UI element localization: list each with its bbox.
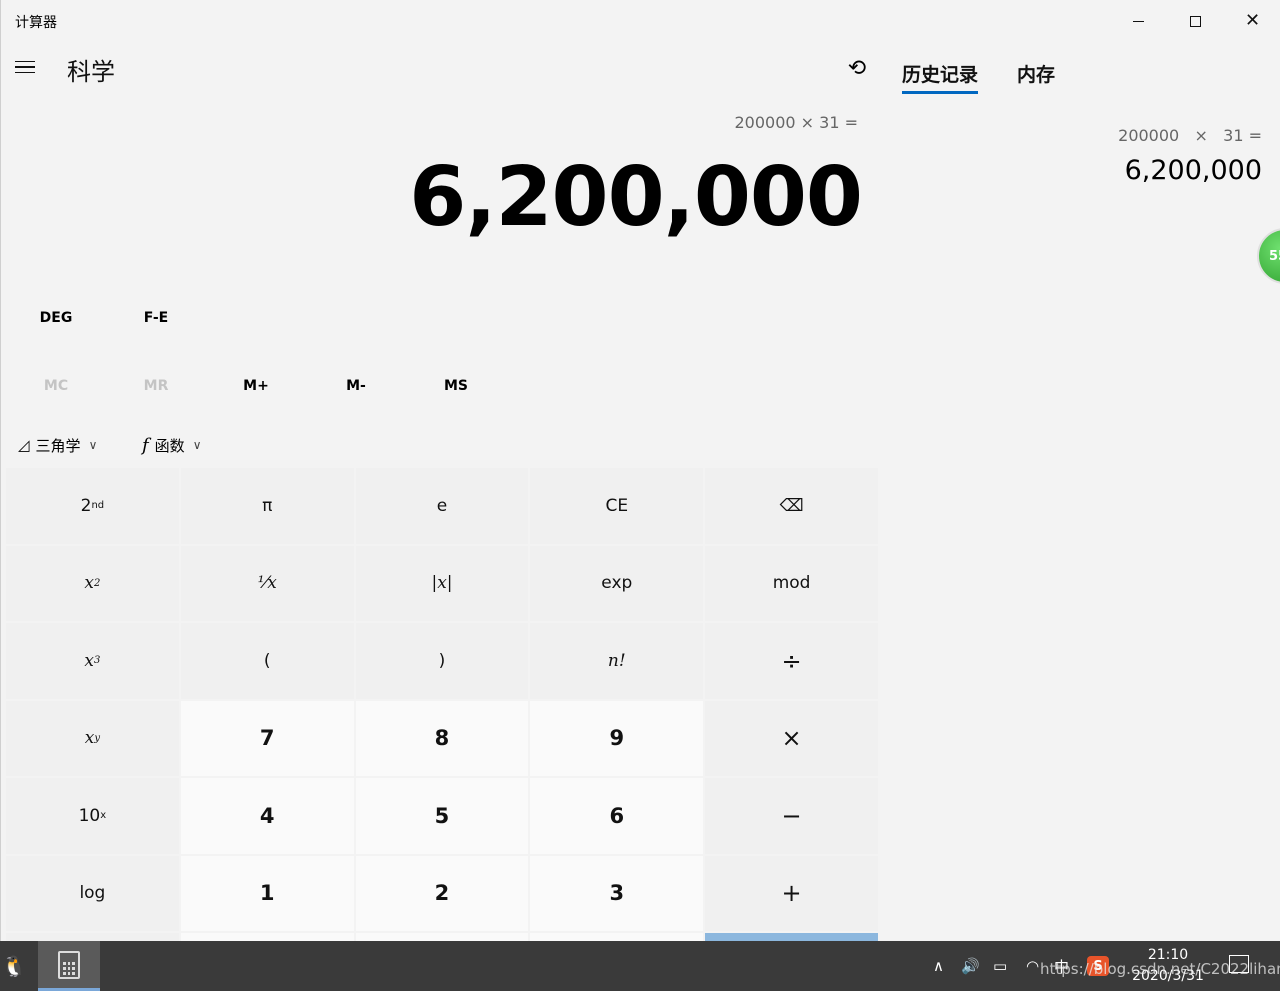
triangle-icon: ◿ — [18, 436, 30, 454]
chevron-down-icon: ∨ — [88, 438, 98, 452]
function-row: ◿ 三角学 ∨ f 函数 ∨ — [6, 424, 886, 466]
log-key[interactable]: log — [6, 855, 179, 931]
backspace-key[interactable]: ⌫ — [705, 468, 878, 544]
history-expression[interactable]: 200000 × 31 = — [1118, 126, 1262, 145]
memory-recall-button[interactable]: MR — [106, 368, 206, 404]
function-icon: f — [142, 434, 149, 456]
memory-store-button[interactable]: MS — [406, 368, 506, 404]
absolute-key[interactable]: |x| — [355, 545, 529, 621]
close-icon: ✕ — [1244, 10, 1261, 31]
square-key[interactable]: x2 — [6, 545, 179, 621]
close-button[interactable]: ✕ — [1224, 0, 1280, 42]
title-bar[interactable]: 计算器 ✕ — [1, 0, 1280, 42]
volume-icon[interactable]: 🔊 — [961, 941, 980, 991]
multiply-key[interactable]: × — [705, 700, 878, 776]
partial-key[interactable] — [355, 933, 529, 941]
partial-key[interactable] — [6, 933, 179, 941]
memory-add-button[interactable]: M+ — [206, 368, 306, 404]
e-key[interactable]: e — [355, 468, 529, 544]
result-display: 6,200,000 — [409, 150, 863, 245]
right-paren-key[interactable]: ) — [355, 623, 529, 699]
clear-entry-key[interactable]: CE — [530, 468, 704, 544]
calculator-taskbar-button[interactable] — [38, 941, 100, 991]
history-result[interactable]: 6,200,000 — [1125, 155, 1262, 186]
chevron-up-icon[interactable]: ∧ — [933, 941, 944, 991]
cube-key[interactable]: x3 — [6, 623, 179, 699]
angle-unit-button[interactable]: DEG — [31, 300, 81, 336]
equals-key[interactable] — [705, 933, 878, 941]
history-icon[interactable]: ⟲ — [843, 54, 871, 82]
maximize-button[interactable] — [1167, 0, 1224, 42]
mod-key[interactable]: mod — [705, 545, 878, 621]
digit-4-key[interactable]: 4 — [180, 778, 354, 854]
exp-key[interactable]: exp — [530, 545, 704, 621]
divide-key[interactable]: ÷ — [705, 623, 878, 699]
digit-7-key[interactable]: 7 — [180, 700, 354, 776]
watermark: https://blog.csdn.net/C2022lihan — [1040, 960, 1280, 978]
function-dropdown[interactable]: f 函数 ∨ — [142, 430, 201, 460]
expression-display: 200000 × 31 = — [734, 113, 858, 132]
hamburger-icon[interactable] — [15, 56, 39, 78]
app-title: 计算器 — [15, 15, 57, 31]
ten-power-key[interactable]: 10 x — [6, 778, 179, 854]
memory-clear-button[interactable]: MC — [6, 368, 106, 404]
reciprocal-key[interactable]: ⅟x — [180, 545, 354, 621]
memory-subtract-button[interactable]: M- — [306, 368, 406, 404]
floating-badge[interactable]: 55 — [1257, 228, 1280, 284]
maximize-icon — [1190, 15, 1201, 27]
qq-icon[interactable]: 🐧 — [0, 949, 28, 983]
mode-title: 科学 — [67, 58, 115, 86]
calculator-icon — [58, 950, 80, 979]
add-key[interactable]: + — [705, 855, 878, 931]
factorial-key[interactable]: n! — [530, 623, 704, 699]
function-label: 函数 — [154, 436, 185, 455]
digit-6-key[interactable]: 6 — [530, 778, 704, 854]
partial-key[interactable] — [530, 933, 704, 941]
memory-row: MC MR M+ M- MS — [6, 368, 506, 404]
digit-8-key[interactable]: 8 — [355, 700, 529, 776]
tab-history[interactable]: 历史记录 — [902, 60, 979, 94]
minimize-icon — [1133, 20, 1144, 22]
digit-3-key[interactable]: 3 — [530, 855, 704, 931]
chevron-down-icon: ∨ — [192, 438, 202, 452]
partial-key[interactable] — [180, 933, 354, 941]
fe-button[interactable]: F-E — [131, 300, 181, 336]
trigonometry-label: 三角学 — [35, 436, 81, 455]
digit-9-key[interactable]: 9 — [530, 700, 704, 776]
digit-2-key[interactable]: 2 — [355, 855, 529, 931]
digit-1-key[interactable]: 1 — [180, 855, 354, 931]
power-key[interactable]: xy — [6, 700, 179, 776]
digit-5-key[interactable]: 5 — [355, 778, 529, 854]
trigonometry-dropdown[interactable]: ◿ 三角学 ∨ — [18, 430, 97, 460]
minimize-button[interactable] — [1110, 0, 1167, 42]
tab-memory[interactable]: 内存 — [1017, 60, 1055, 94]
subtract-key[interactable]: − — [705, 778, 878, 854]
pi-key[interactable]: π — [180, 468, 354, 544]
calculator-window: 计算器 ✕ 科学 200000 × 31 = 6,200,000 DEG F-E… — [0, 0, 1280, 941]
battery-icon[interactable]: ▭ — [993, 941, 1007, 991]
keypad: 2nd π e CE ⌫ x2 ⅟x |x| exp mod x3 ( ) n!… — [6, 468, 878, 941]
second-function-key[interactable]: 2nd — [6, 468, 179, 544]
backspace-icon: ⌫ — [779, 495, 804, 516]
left-paren-key[interactable]: ( — [180, 623, 354, 699]
wifi-icon[interactable]: ◠ — [1026, 941, 1039, 991]
